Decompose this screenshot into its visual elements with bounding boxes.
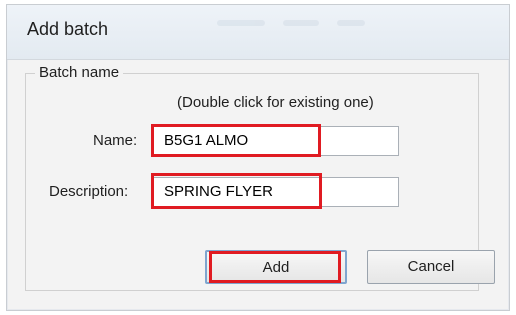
double-click-hint: (Double click for existing one)	[177, 94, 374, 111]
description-field-highlight	[151, 173, 322, 209]
dialog-title: Add batch	[27, 19, 109, 39]
description-label: Description:	[49, 183, 129, 200]
batch-name-group-label: Batch name	[35, 64, 124, 81]
add-batch-dialog: Add batch Batch name (Double click for e…	[6, 4, 510, 311]
name-field-highlight	[151, 124, 321, 157]
title-bar-background-blur	[217, 13, 507, 43]
title-bar[interactable]: Add batch	[7, 5, 509, 60]
add-button-highlight	[209, 251, 341, 283]
cancel-button[interactable]: Cancel	[367, 250, 495, 284]
name-label: Name:	[93, 132, 138, 149]
